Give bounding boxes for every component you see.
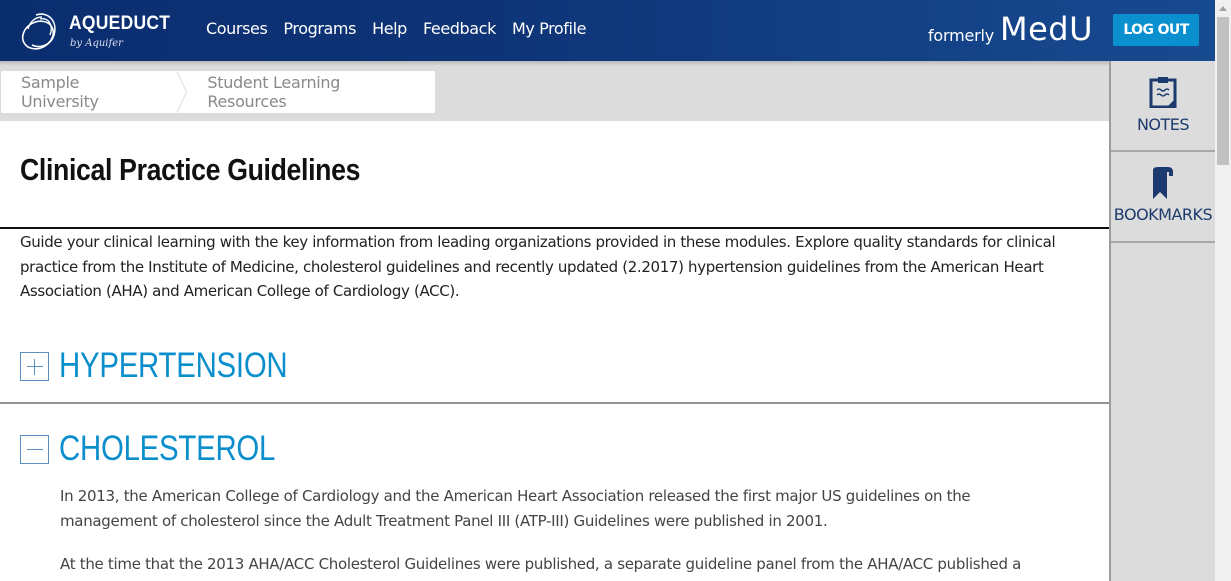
sidebar-bookmarks[interactable]: BOOKMARKS [1111, 152, 1215, 243]
minus-icon[interactable] [20, 434, 49, 464]
section-title: CHOLESTEROL [59, 429, 276, 468]
formerly-label: formerly [928, 26, 995, 45]
aqueduct-logo-icon [21, 13, 56, 50]
breadcrumb: Sample University Student Learning Resou… [1, 71, 435, 113]
scroll-up-arrow-icon[interactable] [1219, 6, 1227, 11]
nav-courses[interactable]: Courses [206, 19, 268, 38]
breadcrumb-separator-icon [176, 71, 187, 113]
intro-text: Guide your clinical learning with the ke… [20, 233, 1056, 300]
nav-programs[interactable]: Programs [283, 19, 356, 38]
nav-feedback[interactable]: Feedback [423, 19, 496, 38]
bookmark-icon [1153, 167, 1173, 199]
medu-brand: MedU [1000, 10, 1094, 48]
section-hypertension-header[interactable]: HYPERTENSION [20, 346, 331, 386]
breadcrumb-sample-university[interactable]: Sample University [1, 73, 176, 111]
nav-help[interactable]: Help [372, 19, 407, 38]
breadcrumb-student-learning-resources[interactable]: Student Learning Resources [187, 73, 435, 111]
logo-subtitle: by Aquifer [70, 38, 123, 49]
aqueduct-logo[interactable]: AQUEDUCT by Aquifer [18, 9, 178, 53]
top-header: AQUEDUCT by Aquifer Courses Programs Hel… [0, 0, 1215, 61]
cholesterol-paragraph: At the time that the 2013 AHA/ACC Choles… [60, 555, 1022, 573]
clipboard-notes-icon [1149, 77, 1177, 108]
plus-icon[interactable] [20, 351, 49, 381]
title-divider [0, 227, 1109, 229]
main-nav: Courses Programs Help Feedback My Profil… [206, 19, 602, 38]
logo-title: AQUEDUCT [69, 13, 171, 34]
section-title: HYPERTENSION [59, 346, 288, 385]
scroll-thumb[interactable] [1217, 17, 1229, 165]
page-scrollbar[interactable] [1215, 0, 1231, 581]
sidebar-bookmarks-label: BOOKMARKS [1113, 205, 1213, 224]
section-cholesterol-header[interactable]: CHOLESTEROL [20, 429, 316, 469]
cholesterol-paragraph: In 2013, the American College of Cardiol… [60, 487, 971, 530]
nav-my-profile[interactable]: My Profile [512, 19, 587, 38]
sidebar-notes[interactable]: NOTES [1111, 61, 1215, 152]
page-title: Clinical Practice Guidelines [20, 152, 361, 187]
logout-button[interactable]: LOG OUT [1113, 14, 1199, 46]
right-sidebar: NOTES BOOKMARKS [1109, 61, 1215, 581]
section-divider [0, 402, 1109, 404]
sidebar-notes-label: NOTES [1136, 115, 1190, 134]
